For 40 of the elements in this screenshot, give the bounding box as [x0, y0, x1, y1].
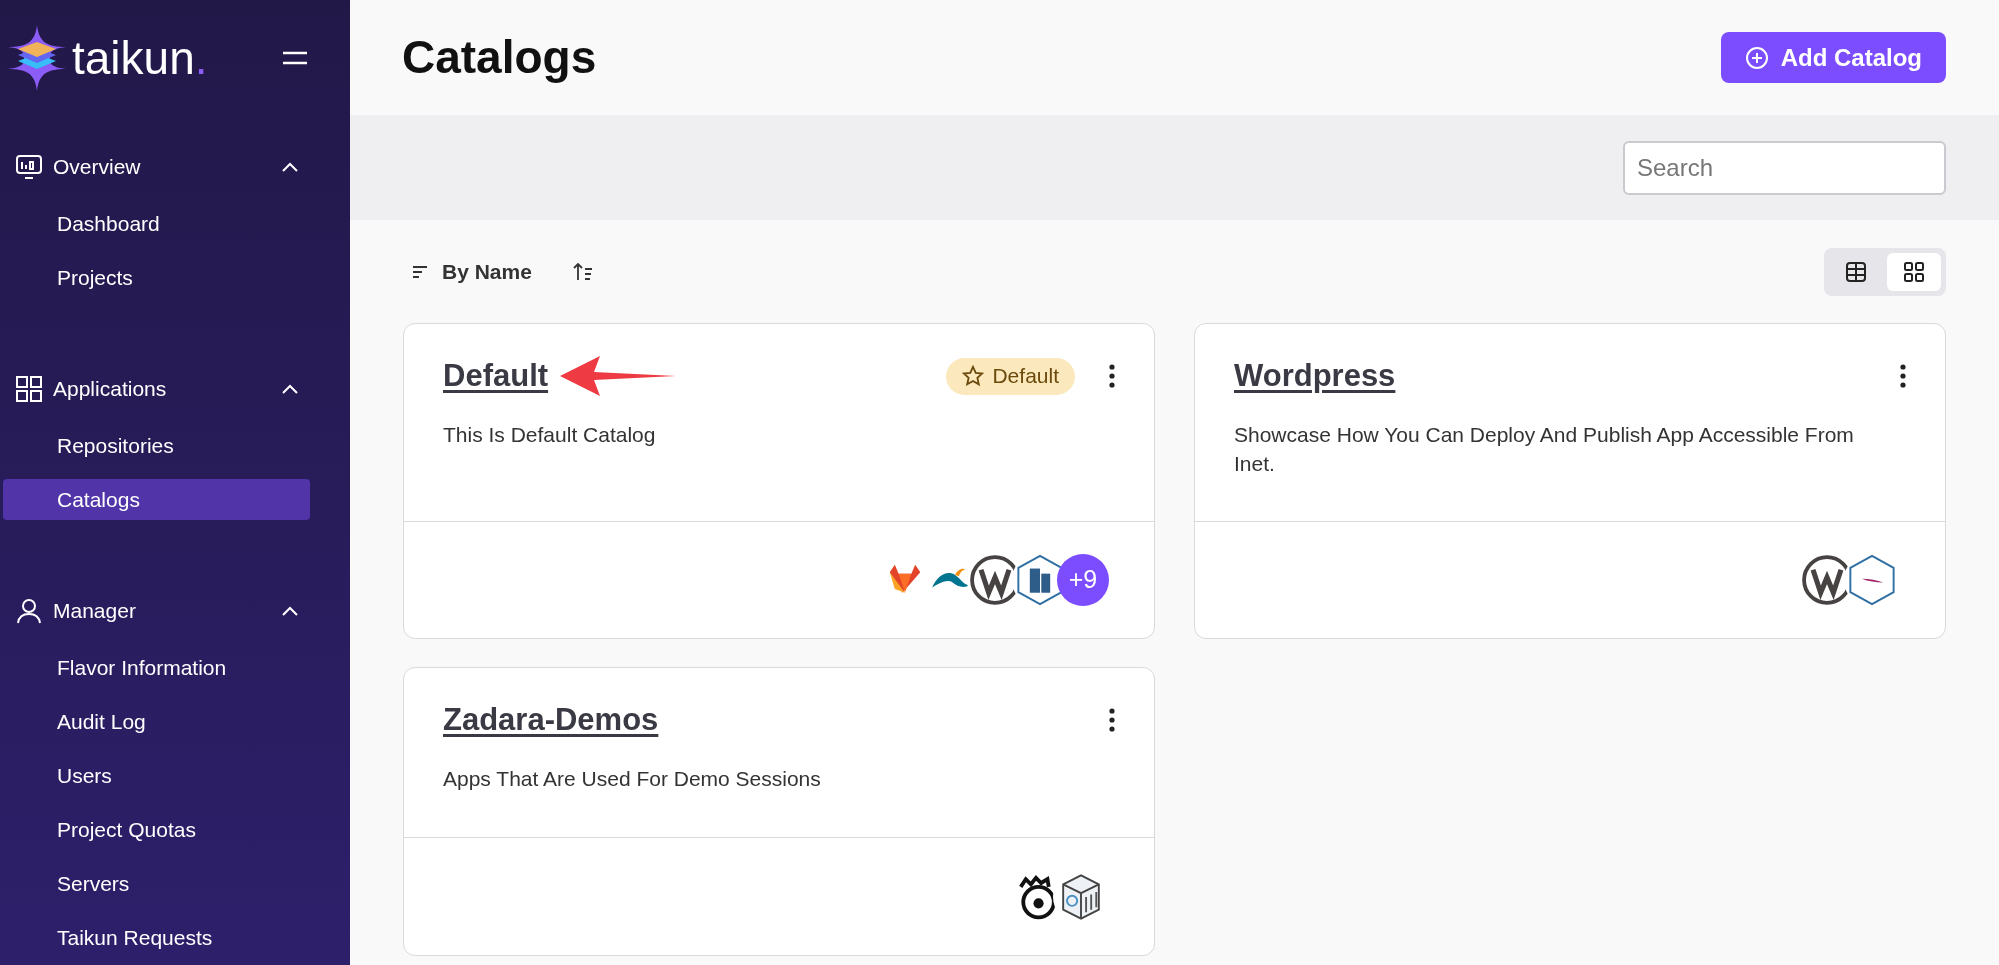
page-title: Catalogs — [402, 30, 597, 85]
sidebar-item[interactable]: Taikun Requests — [3, 917, 310, 958]
catalog-description: This Is Default Catalog — [443, 422, 657, 448]
catalog-description: Apps That Are Used For Demo Sessions — [443, 766, 822, 792]
section-header[interactable]: Manager — [0, 593, 350, 629]
monitor-icon — [15, 154, 43, 180]
sidebar-item[interactable]: Catalogs — [3, 479, 310, 520]
logo-text: taikun. — [72, 34, 208, 81]
add-catalog-button[interactable]: Add Catalog — [1720, 32, 1946, 83]
grid-icon — [1903, 260, 1925, 283]
more-apps-count: +9 — [1057, 554, 1109, 606]
sort-order-icon[interactable] — [571, 260, 594, 283]
more-options-icon[interactable] — [1109, 708, 1115, 732]
user-icon — [15, 597, 43, 625]
default-badge: Default — [946, 357, 1075, 395]
plus-circle-icon — [1744, 45, 1769, 70]
catalog-title-link[interactable]: Zadara-Demos — [443, 696, 659, 744]
more-options-icon[interactable] — [1900, 364, 1906, 388]
sidebar-item[interactable]: Project Quotas — [3, 809, 310, 850]
table-icon — [1845, 260, 1867, 283]
sidebar-item[interactable]: Servers — [3, 863, 310, 904]
section-header[interactable]: Overview — [0, 149, 350, 185]
catalog-title-link[interactable]: Default — [443, 352, 549, 400]
grid-view-button[interactable] — [1887, 252, 1941, 291]
section-header[interactable]: Applications — [0, 371, 350, 407]
more-options-icon[interactable] — [1109, 364, 1115, 388]
search-field[interactable]: Search — [1623, 140, 1946, 195]
sort-lines-icon — [412, 264, 430, 279]
star-icon — [962, 365, 985, 387]
menu-icon[interactable] — [282, 49, 308, 66]
sort-by-button[interactable]: By Name — [412, 255, 532, 288]
catalog-title-link[interactable]: Wordpress — [1234, 352, 1396, 400]
grid-icon — [15, 375, 43, 403]
catalog-description: Showcase How You Can Deploy And Publish App Accessible From Inet. — [1234, 422, 1855, 478]
sidebar-item[interactable]: Dashboard — [3, 203, 310, 244]
sidebar-item[interactable]: Projects — [3, 257, 310, 298]
sidebar-item[interactable]: Repositories — [3, 425, 310, 466]
sidebar-item[interactable]: Users — [3, 755, 310, 796]
sidebar-item[interactable]: Flavor Information — [3, 647, 310, 688]
sidebar-item[interactable]: Audit Log — [3, 701, 310, 742]
